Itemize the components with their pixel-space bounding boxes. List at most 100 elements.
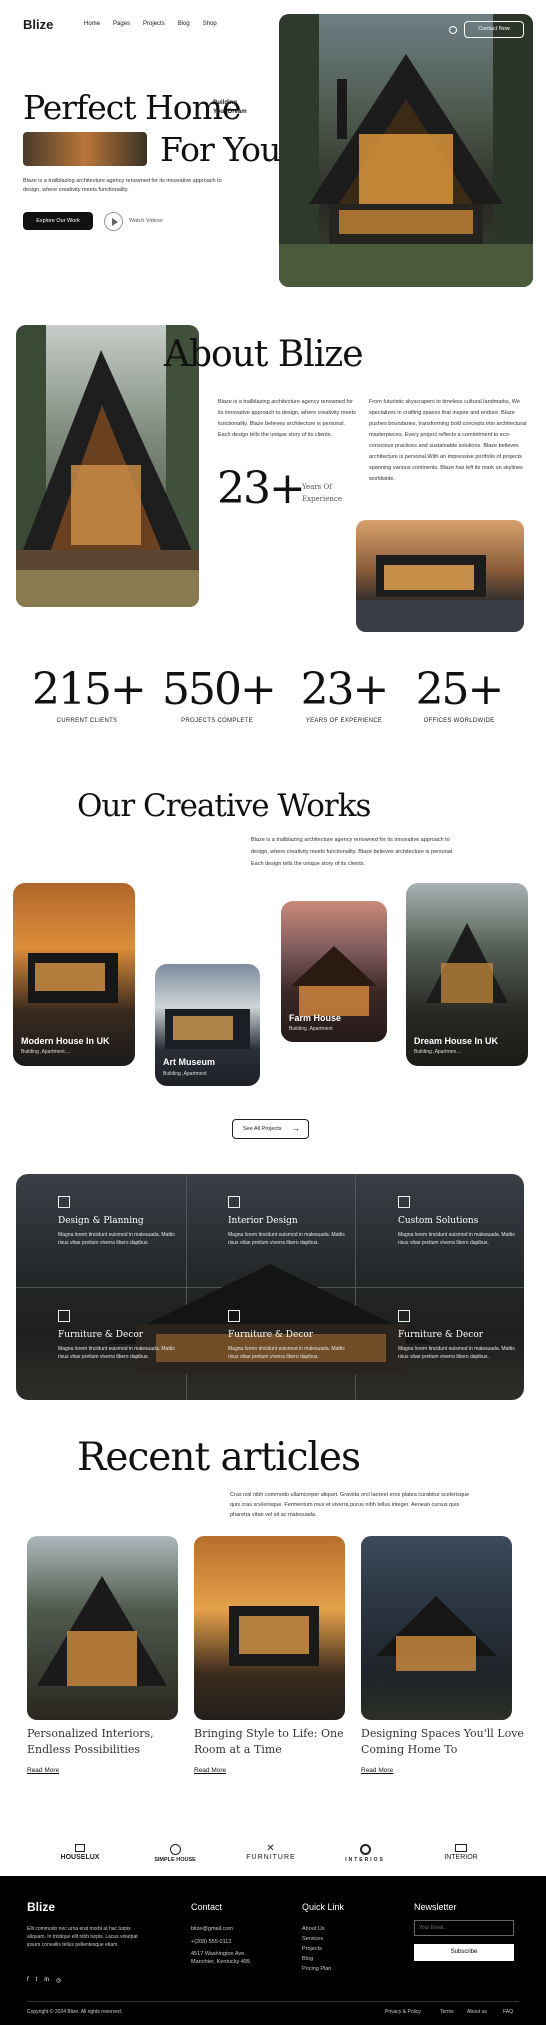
article-image-3[interactable] — [361, 1536, 512, 1720]
stat-years-label: YEARS OF EXPERIENCE — [305, 718, 383, 724]
instagram-icon[interactable]: ◎ — [56, 1977, 61, 1984]
nav-projects[interactable]: Projects — [143, 21, 165, 27]
work-card-title: Modern House In UK — [21, 1036, 110, 1046]
footer-link-about[interactable]: About Us — [302, 1924, 325, 1934]
play-icon[interactable] — [104, 212, 123, 231]
about-text-right: From futuristic skyscrapers to timeless … — [369, 399, 527, 482]
nav-pages[interactable]: Pages — [113, 21, 130, 27]
work-card-title: Art Museum — [163, 1057, 216, 1067]
linkedin-icon[interactable]: in — [44, 1977, 49, 1984]
explore-work-button[interactable]: Explore Our Work — [23, 212, 93, 230]
article-image-2[interactable] — [194, 1536, 345, 1720]
footer-contact-heading: Contact — [191, 1902, 223, 1912]
furniture-decor-icon — [58, 1310, 70, 1322]
brand-logo-interios: INTERIOS — [330, 1844, 400, 1863]
work-card-subtitle: Building ,Apartment.... — [21, 1049, 71, 1055]
work-card-subtitle: Building ,Apartment — [289, 1026, 333, 1032]
facebook-icon[interactable]: f — [27, 1977, 29, 1984]
work-card-art-museum[interactable]: Art Museum Building ,Apartment — [155, 964, 260, 1086]
about-text-left: Blaze is a trailblazing architecture age… — [218, 399, 356, 438]
furniture-decor-icon — [228, 1310, 240, 1322]
work-card-subtitle: Building ,Apartmen.... — [414, 1049, 462, 1055]
service-text: Magna lorem tincidunt euismod in malesua… — [228, 1346, 345, 1360]
hero-title-line1: Perfect Home — [23, 88, 241, 127]
nav-home[interactable]: Home — [84, 21, 100, 27]
footer-email[interactable]: blize@gmail.com — [191, 1924, 233, 1934]
footer-address: 4517 Washington Ave. Manchter, Kentucky … — [191, 1951, 251, 1965]
article-title[interactable]: Bringing Style to Life: One Room at a Ti… — [194, 1726, 364, 1758]
subscribe-button[interactable]: Subscribe — [414, 1944, 514, 1961]
see-all-projects-button[interactable]: See All Projects → — [232, 1119, 309, 1139]
footer-privacy-link[interactable]: Privacy & Policy — [385, 2007, 421, 2017]
work-card-title: Farm House — [289, 1013, 342, 1023]
article-image-1[interactable] — [27, 1536, 178, 1720]
footer-copyright: Copyright © 2024 Blize. All rights reser… — [27, 2009, 123, 2015]
read-more-link[interactable]: Read More — [194, 1767, 226, 1774]
stat-clients-number: 215+ — [32, 664, 147, 715]
stat-projects-label: PROJECTS COMPLETE — [181, 718, 253, 724]
service-text: Magna lorem tincidunt euismod in malesua… — [58, 1232, 175, 1246]
about-secondary-image — [356, 520, 524, 632]
hero-image — [279, 14, 533, 287]
custom-solutions-icon — [398, 1196, 410, 1208]
sun-icon — [359, 1844, 371, 1855]
work-card-dream-house[interactable]: Dream House In UK Building ,Apartmen.... — [406, 883, 528, 1066]
brand-logo-furniture: ✕ FURNITURE — [236, 1844, 306, 1862]
work-card-modern-house[interactable]: Modern House In UK Building ,Apartment..… — [13, 883, 135, 1066]
service-title: Furniture & Decor — [58, 1330, 144, 1340]
house-icon — [75, 1844, 85, 1852]
stat-years-number: 23+ — [300, 664, 390, 715]
service-text: Magna lorem tincidunt euismod in malesua… — [58, 1346, 175, 1360]
footer-link-services[interactable]: Services — [302, 1934, 323, 1944]
contact-button[interactable]: Contact Now — [464, 21, 524, 38]
brand-logo-interior: INTERIOR — [426, 1844, 496, 1861]
service-text: Magna lorem tincidunt euismod in malesua… — [398, 1346, 515, 1360]
interior-design-icon — [228, 1196, 240, 1208]
about-title: About Blize — [164, 334, 364, 375]
see-all-label: See All Projects — [243, 1126, 282, 1132]
services-panel: Design & Planning Magna lorem tincidunt … — [16, 1174, 524, 1400]
stat-clients-label: CURRENT CLIENTS — [56, 718, 118, 724]
service-text: Magna lorem tincidunt euismod in malesua… — [228, 1232, 345, 1246]
service-title: Design & Planning — [58, 1216, 144, 1226]
circle-house-icon — [169, 1844, 181, 1855]
nav-shop[interactable]: Shop — [203, 21, 217, 27]
footer-logo[interactable]: Blize — [27, 1900, 55, 1914]
hero-thumb-image — [23, 132, 147, 166]
work-card-farm-house[interactable]: Farm House Building ,Apartment — [281, 901, 387, 1042]
logo[interactable]: Blize — [23, 17, 53, 32]
article-title[interactable]: Personalized Interiors, Endless Possibil… — [27, 1726, 197, 1758]
footer-phone[interactable]: +(208) 555-0112 — [191, 1937, 231, 1947]
search-icon[interactable] — [449, 26, 457, 34]
footer-faq-link[interactable]: FAQ — [503, 2007, 513, 2017]
furniture-decor-icon — [398, 1310, 410, 1322]
service-title: Custom Solutions — [398, 1216, 479, 1226]
read-more-link[interactable]: Read More — [27, 1767, 59, 1774]
footer-link-blog[interactable]: Blog — [302, 1954, 313, 1964]
hero-title-line2: For You — [160, 130, 281, 169]
footer-terms-link[interactable]: Terms — [440, 2007, 454, 2017]
footer-about-link[interactable]: About us — [467, 2007, 487, 2017]
footer-social: f t in ◎ — [27, 1977, 61, 1984]
newsletter-email-input[interactable] — [414, 1920, 514, 1936]
footer-about: Elit commodo nec urna erat morbi at hac … — [27, 1926, 138, 1948]
brand-logo-simple-house: SIMPLE HOUSE — [140, 1844, 210, 1863]
main-nav: Home Pages Projects Blog Shop — [84, 21, 230, 27]
twitter-icon[interactable]: t — [36, 1977, 38, 1984]
nav-blog[interactable]: Blog — [178, 21, 190, 27]
footer-divider — [27, 2001, 519, 2002]
watch-videos-link[interactable]: Watch Videos — [129, 217, 163, 226]
stat-offices-label: OFFICES WORLDWIDE — [423, 718, 495, 724]
design-planning-icon — [58, 1196, 70, 1208]
hero-description: Blaze is a trailblazing architecture age… — [23, 178, 222, 193]
stat-offices-number: 25+ — [415, 664, 505, 715]
footer-link-pricing[interactable]: Pricing Plan — [302, 1964, 331, 1974]
stat-projects-number: 550+ — [162, 664, 277, 715]
article-title[interactable]: Designing Spaces You'll Love Coming Home… — [361, 1726, 531, 1758]
footer-link-projects[interactable]: Projects — [302, 1944, 322, 1954]
arrow-right-icon: → — [292, 1124, 300, 1133]
work-card-subtitle: Building ,Apartment — [163, 1071, 207, 1077]
service-title: Furniture & Decor — [398, 1330, 484, 1340]
works-title: Our Creative Works — [77, 788, 371, 824]
read-more-link[interactable]: Read More — [361, 1767, 393, 1774]
